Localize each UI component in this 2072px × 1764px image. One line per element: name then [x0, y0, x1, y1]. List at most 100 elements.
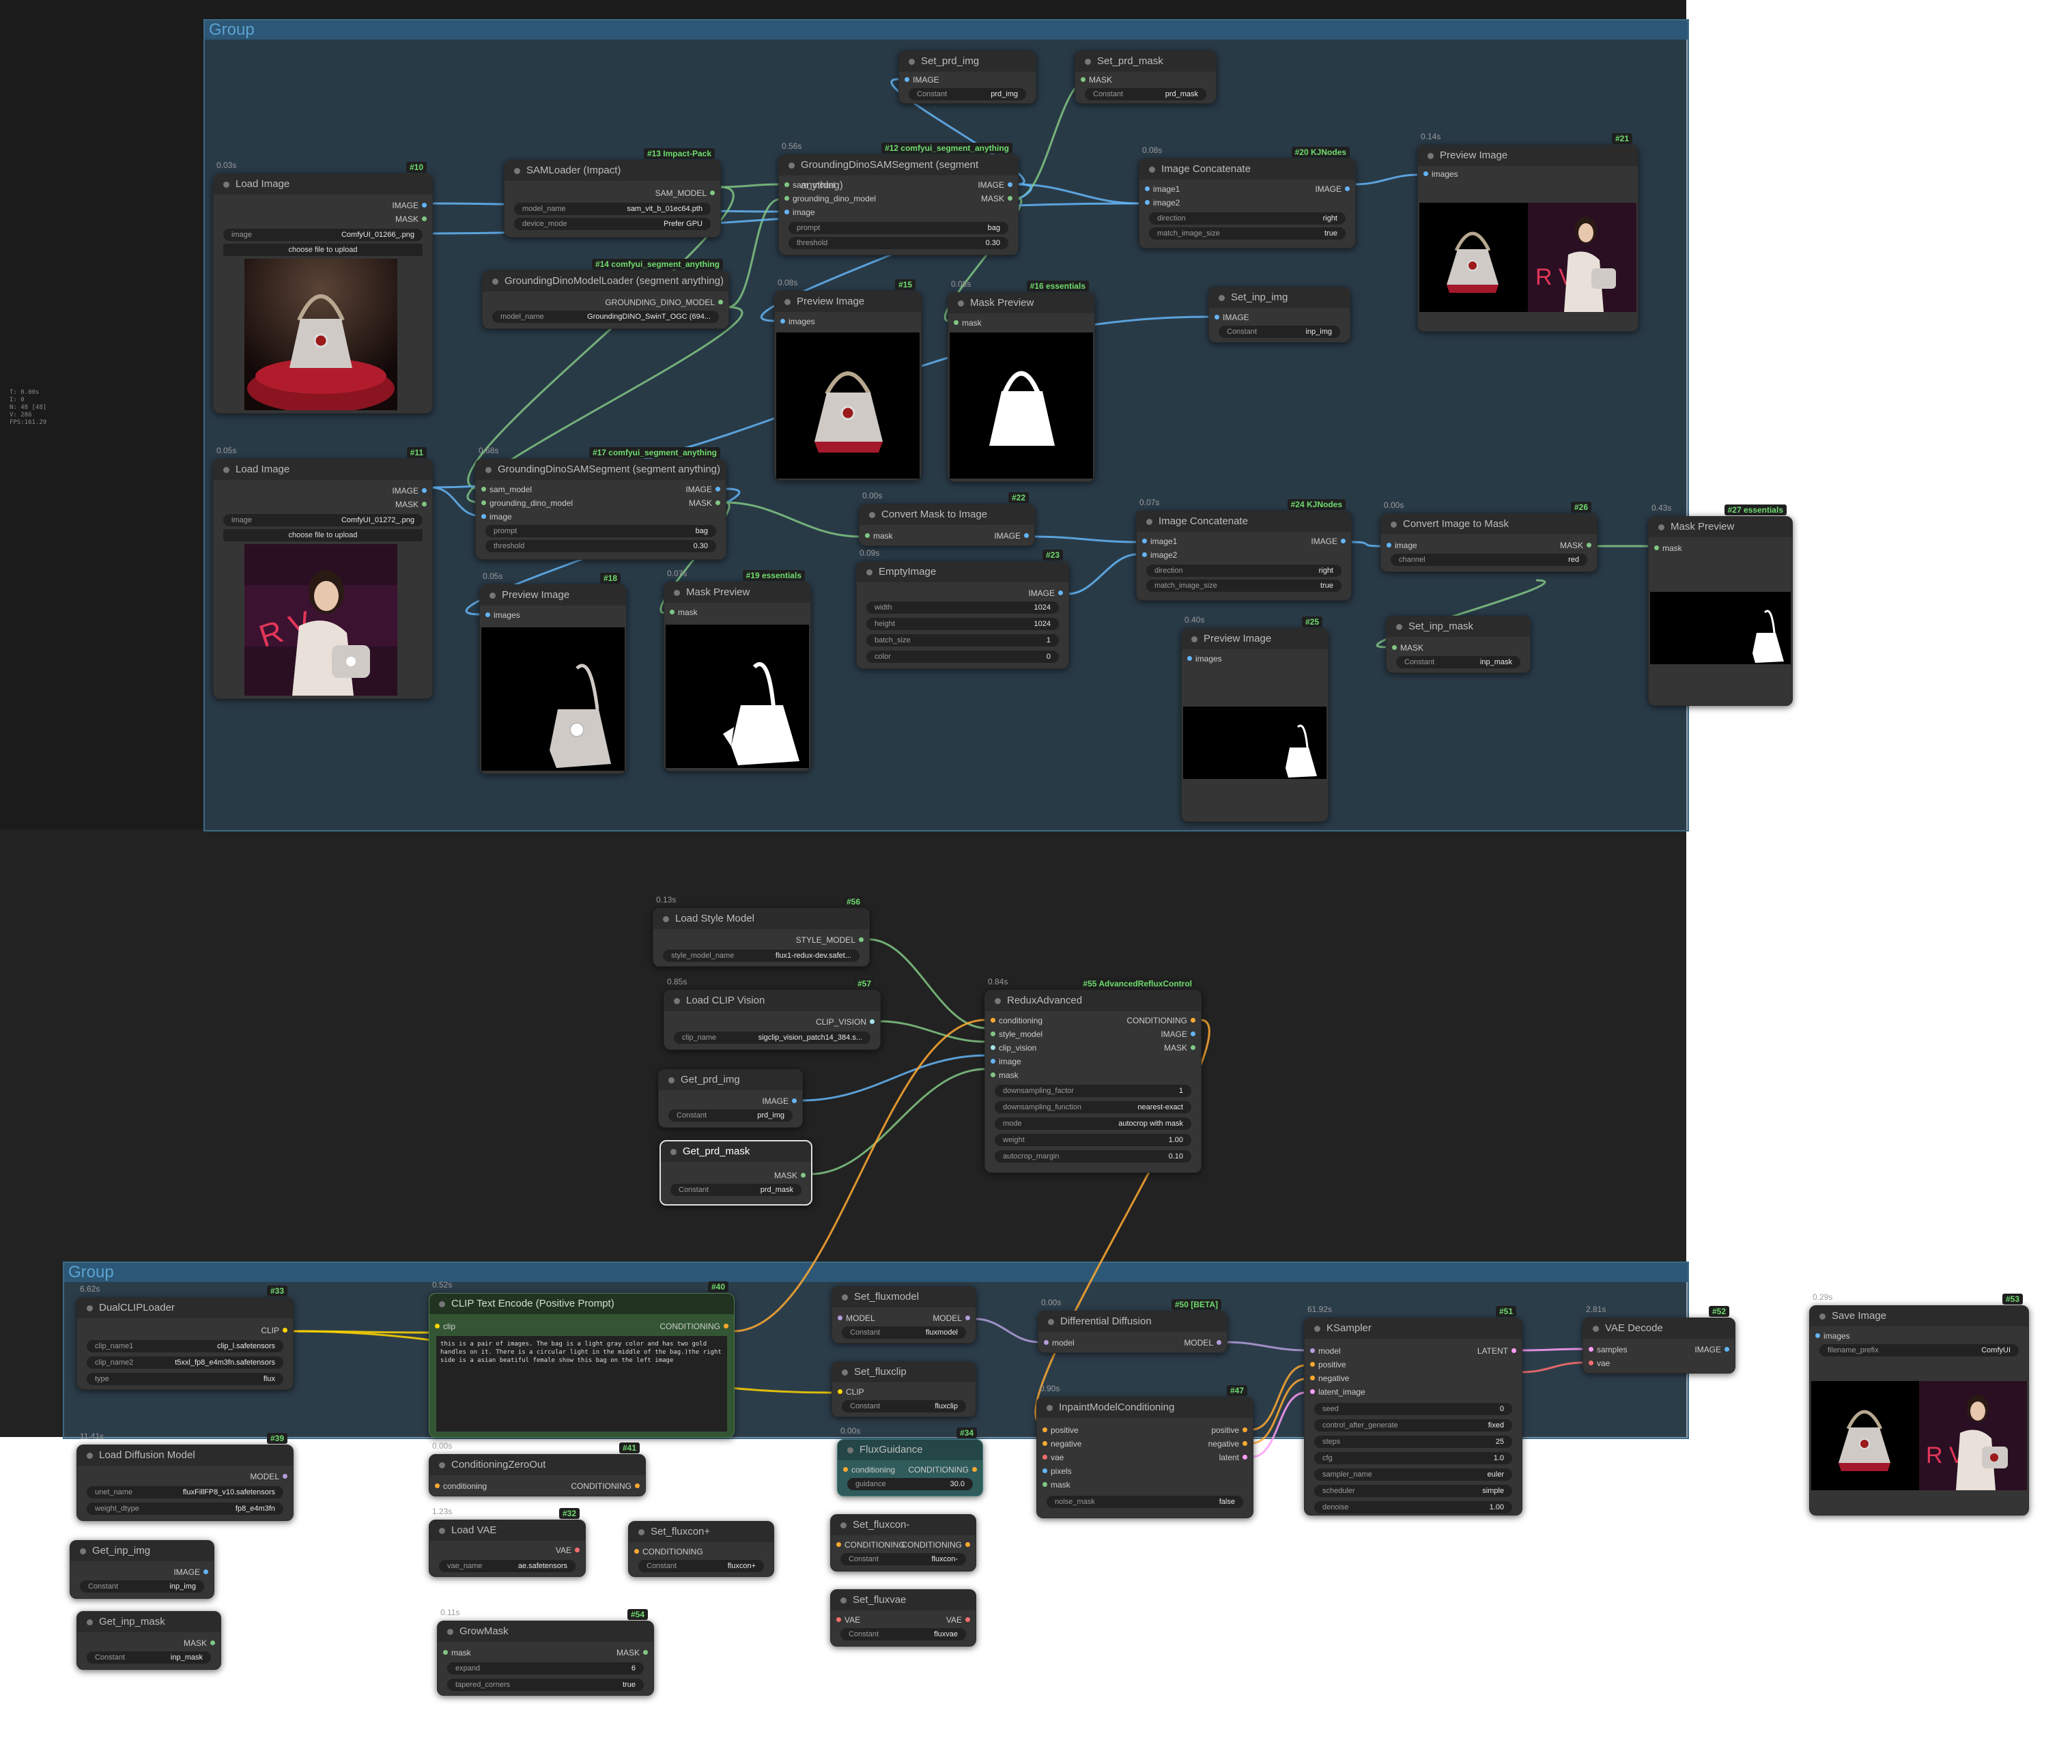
collapse-dot[interactable] [1047, 1405, 1053, 1411]
output-mask[interactable]: MASK [774, 1170, 806, 1181]
node-load-diffusion-model-39[interactable]: 11.41s #39 Load Diffusion Model MODEL un… [76, 1432, 294, 1521]
threshold-slider[interactable]: threshold 0.30 [789, 237, 1008, 249]
node-load-image-11[interactable]: 0.05s #11 Load Image IMAGE MASK image Com… [213, 446, 433, 699]
output-mask[interactable]: MASK [981, 193, 1013, 204]
input-sam-model[interactable]: sam_model [481, 484, 532, 495]
output-mask[interactable]: MASK [395, 214, 427, 225]
node-title[interactable]: Set_prd_img [899, 51, 1036, 72]
collapse-dot[interactable] [1593, 1326, 1599, 1332]
collapse-dot[interactable] [87, 1305, 93, 1311]
collapse-dot[interactable] [1149, 167, 1155, 173]
node-title[interactable]: Load Diffusion Model [77, 1445, 293, 1466]
node-get-prd-img[interactable]: Get_prd_img IMAGE Constant prd_img [658, 1069, 803, 1128]
collapse-dot[interactable] [439, 1301, 445, 1307]
output-image[interactable]: IMAGE [1028, 588, 1063, 599]
input-images[interactable]: images [1423, 169, 1458, 180]
node-title[interactable]: Load VAE [429, 1520, 585, 1541]
node-vae-decode-52[interactable]: 2.81s #52 VAE Decode samples vae IMAGE [1583, 1305, 1735, 1374]
batch-size-number[interactable]: batch_size 1 [866, 634, 1059, 646]
node-set-inp-mask[interactable]: Set_inp_mask MASK Constant inp_mask [1386, 616, 1531, 673]
model-name-combo[interactable]: model_name GroundingDINO_SwinT_OGC (694..… [492, 311, 719, 323]
node-set-inp-img[interactable]: Set_inp_img IMAGE Constant inp_img [1208, 287, 1350, 343]
upload-button[interactable]: choose file to upload [223, 529, 423, 541]
input-grounding-dino-model[interactable]: grounding_dino_model [481, 498, 573, 509]
input-clip[interactable]: CLIP [838, 1386, 864, 1397]
control-after-generate-combo[interactable]: control_after_generate fixed [1314, 1419, 1512, 1432]
input-image1[interactable]: image1 [1145, 184, 1180, 195]
input-mask[interactable]: mask [991, 1070, 1019, 1081]
collapse-dot[interactable] [1146, 519, 1152, 525]
node-set-prd-img[interactable]: Set_prd_img IMAGE Constant prd_img [898, 51, 1036, 104]
width-number[interactable]: width 1024 [866, 601, 1059, 614]
input-positive[interactable]: positive [1042, 1425, 1079, 1436]
autocrop-margin-number[interactable]: autocrop_margin 0.10 [995, 1150, 1191, 1163]
node-groundingdino-sam-segment-17[interactable]: 0.68s #17 comfyui_segment_anything Groun… [475, 446, 726, 560]
output-latent[interactable]: LATENT [1477, 1346, 1517, 1356]
constant-field[interactable]: Constant fluxcon- [840, 1553, 966, 1565]
node-title[interactable]: Save Image [1810, 1306, 2028, 1326]
collapse-dot[interactable] [1191, 636, 1197, 642]
input-image[interactable]: IMAGE [1215, 312, 1249, 323]
node-ksampler-51[interactable]: 61.92s #51 KSampler model positive negat… [1304, 1305, 1522, 1516]
expand-number[interactable]: expand 6 [447, 1662, 644, 1675]
scheduler-combo[interactable]: scheduler simple [1314, 1485, 1512, 1497]
output-image[interactable]: IMAGE [994, 530, 1029, 541]
output-image[interactable]: IMAGE [173, 1567, 208, 1578]
node-title[interactable]: Set_inp_img [1209, 287, 1350, 308]
output-latent[interactable]: latent [1219, 1452, 1248, 1463]
collapse-dot[interactable] [439, 1528, 445, 1534]
node-title[interactable]: Get_prd_mask [661, 1141, 811, 1162]
output-mask[interactable]: MASK [689, 498, 721, 509]
node-title[interactable]: Set_inp_mask [1387, 616, 1530, 637]
collapse-dot[interactable] [869, 512, 875, 518]
node-title[interactable]: Preview Image [775, 291, 921, 312]
node-differential-diffusion-50[interactable]: 0.00s #50 [BETA] Differential Diffusion … [1038, 1298, 1227, 1353]
color-number[interactable]: color 0 [866, 651, 1059, 663]
node-set-fluxcon-plus[interactable]: Set_fluxcon+ CONDITIONING Constant fluxco… [628, 1521, 774, 1577]
clip-name2-combo[interactable]: clip_name2 t5xxl_fp8_e4m3fn.safetensors [87, 1356, 283, 1369]
node-title[interactable]: KSampler [1305, 1318, 1522, 1339]
output-clip-vision[interactable]: CLIP_VISION [816, 1016, 875, 1027]
node-title[interactable]: Mask Preview [1649, 517, 1792, 537]
input-images[interactable]: images [1815, 1331, 1850, 1341]
output-image[interactable]: IMAGE [392, 200, 427, 211]
node-flux-guidance-34[interactable]: 0.00s #34 FluxGuidance conditioning COND… [837, 1426, 983, 1496]
input-latent-image[interactable]: latent_image [1310, 1386, 1365, 1397]
channel-combo[interactable]: channel red [1391, 554, 1587, 566]
constant-field[interactable]: Constant prd_img [668, 1109, 793, 1122]
input-image2[interactable]: image2 [1142, 550, 1177, 560]
input-image[interactable]: image [1387, 540, 1417, 551]
output-sam-model[interactable]: SAM_MODEL [655, 188, 715, 199]
node-preview-image-21[interactable]: 0.14s #21 Preview Image images R V [1417, 132, 1638, 332]
node-grow-mask-54[interactable]: 0.11s #54 GrowMask mask MASK expand 6 tap… [437, 1608, 654, 1696]
input-images[interactable]: images [780, 316, 815, 327]
output-image[interactable]: IMAGE [762, 1096, 797, 1107]
node-groundingdino-sam-segment-12[interactable]: 0.56s #12 comfyui_segment_anything Groun… [778, 141, 1019, 255]
downsampling-function-combo[interactable]: downsampling_function nearest-exact [995, 1101, 1191, 1113]
input-mask[interactable]: mask [954, 317, 982, 328]
node-mask-preview-27[interactable]: 0.43s #27 essentials Mask Preview mask [1648, 503, 1793, 706]
output-positive[interactable]: positive [1211, 1425, 1247, 1436]
collapse-dot[interactable] [1085, 59, 1091, 65]
node-groundingdino-loader-14[interactable]: #14 comfyui_segment_anything GroundingDi… [482, 259, 729, 329]
collapse-dot[interactable] [1428, 153, 1434, 159]
node-title[interactable]: InpaintModelConditioning [1037, 1397, 1253, 1418]
input-image[interactable]: image [481, 511, 512, 522]
node-title[interactable]: Image Concatenate [1137, 511, 1351, 532]
input-mask[interactable]: mask [670, 607, 698, 618]
node-title[interactable]: Set_fluxclip [832, 1362, 976, 1382]
input-style-model[interactable]: style_model [991, 1029, 1042, 1040]
collapse-dot[interactable] [1048, 1319, 1054, 1325]
input-pixels[interactable]: pixels [1042, 1466, 1072, 1477]
collapse-dot[interactable] [223, 467, 229, 473]
collapse-dot[interactable] [668, 1077, 675, 1083]
node-title[interactable]: Set_prd_mask [1075, 51, 1216, 72]
collapse-dot[interactable] [842, 1294, 848, 1300]
collapse-dot[interactable] [995, 998, 1001, 1004]
clip-name1-combo[interactable]: clip_name1 clip_l.safetensors [87, 1340, 283, 1352]
group-masking[interactable]: Group [203, 19, 1689, 831]
sampler-name-combo[interactable]: sampler_name euler [1314, 1468, 1512, 1481]
node-title[interactable]: Load Style Model [653, 909, 869, 929]
noise-mask-toggle[interactable]: noise_mask false [1047, 1496, 1243, 1508]
constant-field[interactable]: Constant fluxcon+ [638, 1560, 764, 1572]
